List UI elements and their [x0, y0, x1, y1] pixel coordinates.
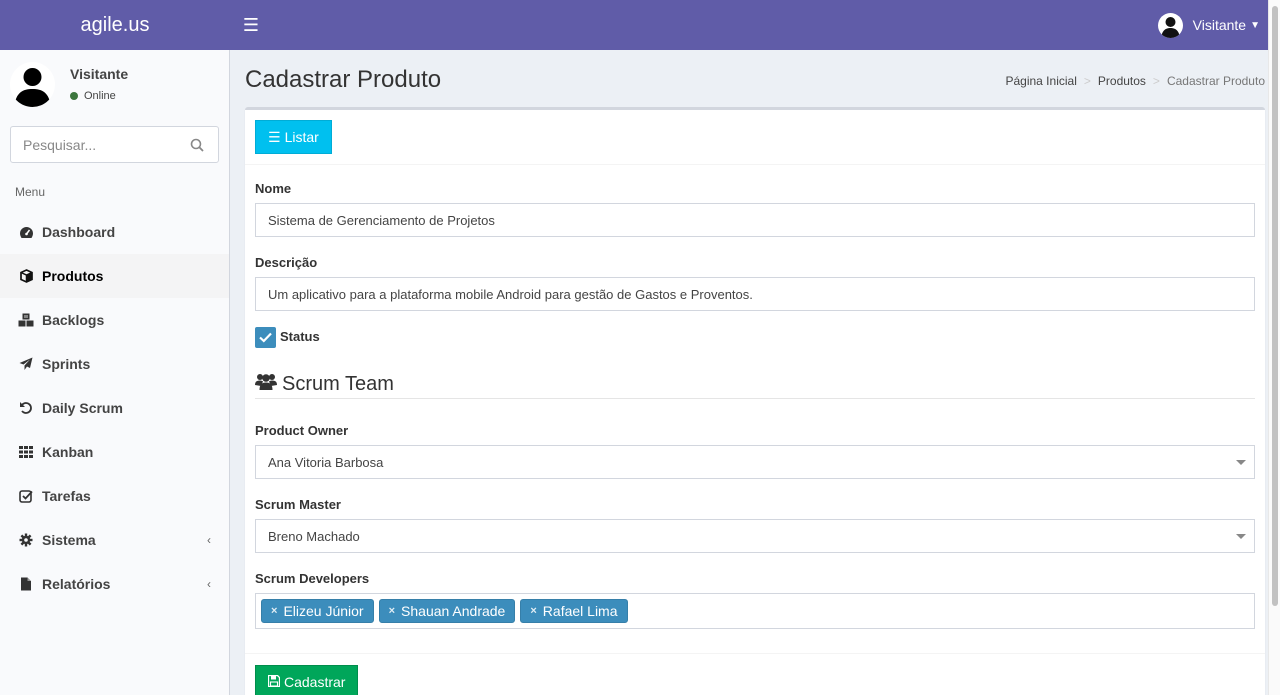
user-status-text: Online [84, 90, 116, 102]
developer-tag-label: Shauan Andrade [401, 603, 506, 619]
status-checkbox[interactable] [255, 327, 276, 348]
caret-down-icon: ▼ [1250, 19, 1260, 31]
search-input[interactable] [11, 127, 181, 162]
breadcrumb-current: Cadastrar Produto [1166, 74, 1265, 88]
sidebar-item-produtos[interactable]: Produtos [0, 254, 229, 298]
scrum-team-title: Scrum Team [282, 372, 394, 395]
cubes-icon [18, 312, 34, 328]
breadcrumb-produtos[interactable]: Produtos [1098, 74, 1146, 88]
file-icon [18, 576, 34, 592]
sidebar-item-label: Kanban [42, 444, 94, 460]
sidebar-item-label: Sprints [42, 356, 91, 372]
content-header: Cadastrar Produto Página Inicial > Produ… [230, 50, 1280, 105]
scrum-master-select[interactable]: Breno Machado [255, 519, 1255, 553]
sidebar: Visitante Online Menu Dashboard Produtos… [0, 50, 230, 695]
developer-tag[interactable]: × Rafael Lima [520, 599, 628, 623]
sidebar-item-label: Backlogs [42, 312, 105, 328]
breadcrumb-home[interactable]: Página Inicial [1005, 74, 1076, 88]
breadcrumb-separator: > [1152, 74, 1160, 88]
product-owner-label: Product Owner [255, 423, 349, 438]
scrum-master-label: Scrum Master [255, 497, 341, 512]
product-owner-value: Ana Vitoria Barbosa [268, 454, 384, 470]
submit-button[interactable]: Cadastrar [255, 665, 359, 695]
developer-tag[interactable]: × Shauan Andrade [378, 599, 516, 623]
user-menu[interactable]: Visitante ▼ [1157, 0, 1260, 50]
breadcrumb: Página Inicial > Produtos > Cadastrar Pr… [1005, 74, 1265, 88]
save-icon [267, 674, 281, 690]
users-icon [255, 372, 277, 396]
remove-tag-icon[interactable]: × [271, 605, 277, 617]
sidebar-item-backlogs[interactable]: Backlogs [0, 298, 229, 342]
dropdown-arrow-icon [1236, 460, 1246, 465]
scrum-developers-label: Scrum Developers [255, 571, 370, 586]
menu-header: Menu [15, 185, 46, 199]
remove-tag-icon[interactable]: × [530, 605, 536, 617]
chevron-left-icon: ‹ [207, 533, 211, 547]
sidebar-search [10, 126, 219, 163]
user-panel: Visitante Online [10, 62, 220, 112]
cube-icon [18, 268, 34, 284]
undo-icon [18, 400, 34, 416]
user-name: Visitante [70, 66, 129, 82]
chevron-left-icon: ‹ [207, 577, 211, 591]
sidebar-item-tarefas[interactable]: Tarefas [0, 474, 229, 518]
checkmark-icon [259, 332, 272, 343]
scrum-developers-multiselect[interactable]: × Elizeu Júnior × Shauan Andrade × Rafae… [255, 593, 1255, 629]
user-avatar [10, 62, 55, 107]
sidebar-item-sprints[interactable]: Sprints [0, 342, 229, 386]
scrollbar-thumb[interactable] [1272, 6, 1278, 606]
sidebar-item-sistema[interactable]: Sistema ‹ [0, 518, 229, 562]
user-menu-name: Visitante [1192, 17, 1247, 33]
name-field[interactable]: Sistema de Gerenciamento de Projetos [255, 203, 1255, 237]
description-field-value: Um aplicativo para a plataforma mobile A… [268, 286, 753, 302]
sidebar-item-label: Produtos [42, 268, 104, 284]
box-footer: Cadastrar [245, 653, 1265, 695]
avatar [1157, 12, 1183, 38]
grid-icon [18, 444, 34, 460]
section-divider [255, 398, 1255, 399]
search-icon[interactable] [190, 138, 204, 152]
status-label[interactable]: Status [280, 329, 320, 344]
sidebar-toggle-icon[interactable]: ☰ [238, 12, 264, 38]
sidebar-item-relatorios[interactable]: Relatórios ‹ [0, 562, 229, 606]
form-box: ☰ Listar Nome Sistema de Gerenciamento d… [245, 107, 1265, 695]
top-navbar: agile.us ☰ Visitante ▼ [0, 0, 1280, 50]
app-logo[interactable]: agile.us [0, 0, 230, 50]
sidebar-item-label: Relatórios [42, 576, 111, 592]
developer-tag-label: Rafael Lima [542, 603, 618, 619]
description-field[interactable]: Um aplicativo para a plataforma mobile A… [255, 277, 1255, 311]
sidebar-item-label: Daily Scrum [42, 400, 123, 416]
check-square-icon [18, 488, 34, 504]
paper-plane-icon [18, 356, 34, 372]
user-status: Online [70, 90, 116, 102]
developer-tag-label: Elizeu Júnior [283, 603, 364, 619]
box-header: ☰ Listar [245, 110, 1265, 165]
list-icon: ☰ [268, 128, 281, 145]
sidebar-item-label: Dashboard [42, 224, 116, 240]
dashboard-icon [18, 224, 34, 240]
sidebar-item-label: Tarefas [42, 488, 91, 504]
breadcrumb-separator: > [1083, 74, 1091, 88]
gear-icon [18, 532, 34, 548]
product-owner-select[interactable]: Ana Vitoria Barbosa [255, 445, 1255, 479]
list-button[interactable]: ☰ Listar [255, 120, 332, 154]
sidebar-menu: Dashboard Produtos Backlogs Sprints Dail… [0, 210, 229, 606]
page-scrollbar[interactable] [1268, 0, 1280, 695]
scrum-master-value: Breno Machado [268, 528, 360, 544]
scrum-team-heading: Scrum Team [255, 372, 394, 396]
name-field-value: Sistema de Gerenciamento de Projetos [268, 212, 495, 228]
developer-tag[interactable]: × Elizeu Júnior [261, 599, 374, 623]
sidebar-item-kanban[interactable]: Kanban [0, 430, 229, 474]
dropdown-arrow-icon [1236, 534, 1246, 539]
remove-tag-icon[interactable]: × [389, 605, 395, 617]
sidebar-item-dashboard[interactable]: Dashboard [0, 210, 229, 254]
description-label: Descrição [255, 255, 318, 270]
sidebar-item-label: Sistema [42, 532, 96, 548]
page-title: Cadastrar Produto [245, 66, 442, 93]
list-button-label: Listar [284, 129, 319, 145]
name-label: Nome [255, 181, 292, 196]
submit-button-label: Cadastrar [284, 674, 346, 690]
sidebar-item-daily-scrum[interactable]: Daily Scrum [0, 386, 229, 430]
online-dot-icon [70, 92, 78, 100]
